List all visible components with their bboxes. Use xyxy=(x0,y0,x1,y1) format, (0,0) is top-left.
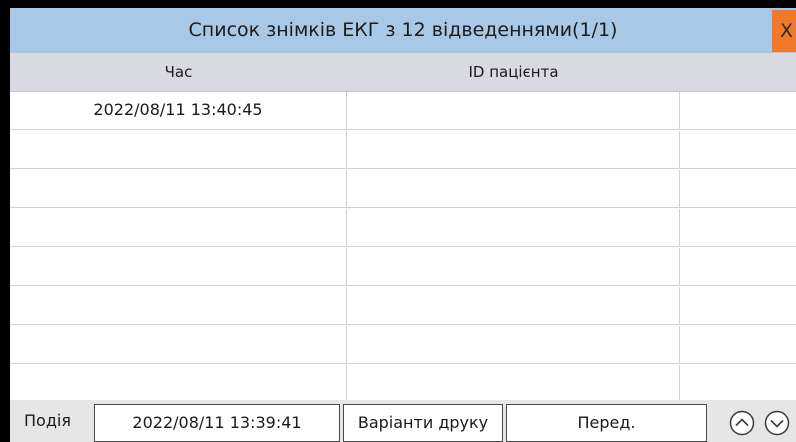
event-time-button[interactable]: 2022/08/11 13:39:41 xyxy=(94,404,340,442)
cell-patient-id xyxy=(347,365,680,403)
table-header: Час ID пацієнта xyxy=(10,53,796,92)
print-options-button[interactable]: Варіанти друку xyxy=(343,404,503,442)
column-header-extra xyxy=(680,53,796,91)
cell-time xyxy=(10,365,347,403)
cell-extra xyxy=(680,326,796,364)
cell-patient-id xyxy=(347,131,680,169)
cell-extra xyxy=(680,365,796,403)
page-up-button[interactable] xyxy=(729,410,755,436)
chevron-up-circle-icon xyxy=(729,410,755,436)
cell-patient-id xyxy=(347,92,680,130)
table-row[interactable] xyxy=(10,131,796,169)
cell-patient-id xyxy=(347,326,680,364)
cell-patient-id xyxy=(347,209,680,247)
table-row[interactable] xyxy=(10,209,796,247)
table-row[interactable] xyxy=(10,326,796,364)
cell-time: 2022/08/11 13:40:45 xyxy=(10,92,347,130)
title-bar: Список знімків ЕКГ з 12 відведеннями(1/1… xyxy=(10,8,796,53)
snapshot-table: 2022/08/11 13:40:45 xyxy=(10,92,796,408)
cell-time xyxy=(10,248,347,286)
cell-patient-id xyxy=(347,287,680,325)
cell-time xyxy=(10,131,347,169)
cell-extra xyxy=(680,209,796,247)
table-row[interactable] xyxy=(10,170,796,208)
table-row[interactable] xyxy=(10,365,796,403)
footer-toolbar: Подія 2022/08/11 13:39:41 Варіанти друку… xyxy=(10,400,796,442)
cell-patient-id xyxy=(347,248,680,286)
close-button[interactable]: X xyxy=(772,10,796,52)
column-header-time: Час xyxy=(164,63,193,81)
cell-time xyxy=(10,170,347,208)
cell-time xyxy=(10,287,347,325)
table-row[interactable] xyxy=(10,248,796,286)
cell-extra xyxy=(680,170,796,208)
review-button[interactable]: Перед. xyxy=(506,404,707,442)
cell-time xyxy=(10,326,347,364)
cell-extra xyxy=(680,248,796,286)
cell-extra xyxy=(680,131,796,169)
cell-time xyxy=(10,209,347,247)
table-row[interactable] xyxy=(10,287,796,325)
dialog-title: Список знімків ЕКГ з 12 відведеннями(1/1… xyxy=(188,19,618,41)
ecg-snapshot-dialog: Список знімків ЕКГ з 12 відведеннями(1/1… xyxy=(10,8,796,442)
chevron-down-circle-icon xyxy=(764,410,790,436)
column-header-patient-id: ID пацієнта xyxy=(468,63,559,81)
page-down-button[interactable] xyxy=(764,410,790,436)
cell-extra xyxy=(680,287,796,325)
cell-extra xyxy=(680,92,796,130)
cell-patient-id xyxy=(347,170,680,208)
table-row[interactable]: 2022/08/11 13:40:45 xyxy=(10,92,796,130)
event-label: Подія xyxy=(24,411,71,430)
